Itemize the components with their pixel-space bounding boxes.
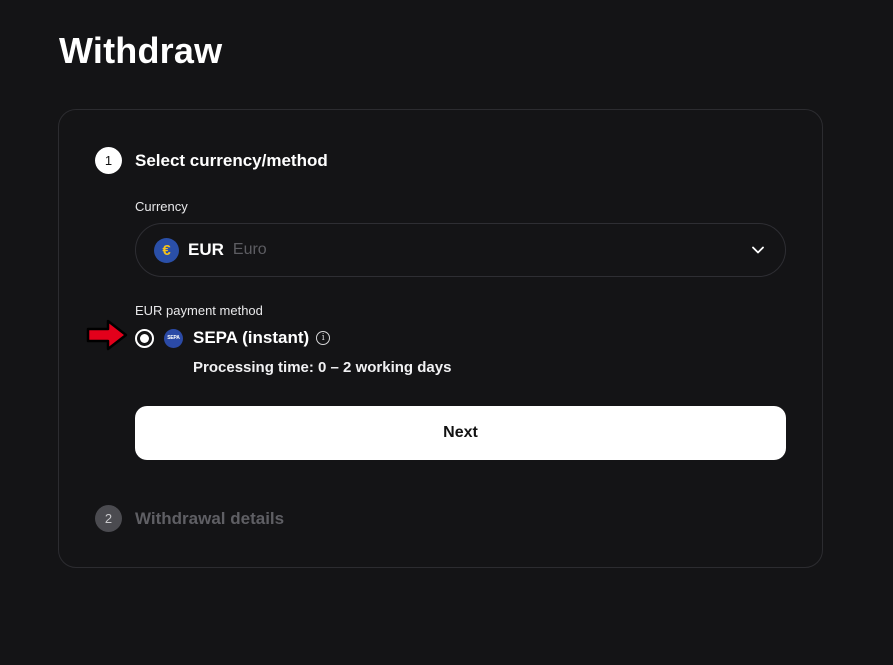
- step-2-number: 2: [95, 505, 122, 532]
- step-1-number: 1: [95, 147, 122, 174]
- currency-name: Euro: [232, 241, 267, 258]
- info-icon[interactable]: i: [316, 331, 331, 345]
- chevron-down-icon: [752, 246, 764, 254]
- radio-selected-dot: [140, 333, 149, 343]
- step-1-header: 1 Select currency/method: [95, 147, 328, 174]
- step-2-header: 2 Withdrawal details: [95, 505, 284, 532]
- sepa-radio[interactable]: [135, 328, 154, 348]
- withdraw-card: 1 Select currency/method Currency € EUR …: [58, 109, 823, 568]
- euro-icon: €: [154, 237, 179, 263]
- step-1-title: Select currency/method: [135, 150, 328, 170]
- payment-method-option[interactable]: SEPA SEPA (instant) i: [135, 328, 331, 348]
- next-button[interactable]: Next: [135, 406, 786, 460]
- step-2-title: Withdrawal details: [135, 508, 285, 528]
- processing-time: Processing time: 0 – 2 working days: [193, 359, 452, 376]
- red-arrow-icon: [86, 319, 128, 351]
- page-title: Withdraw: [59, 30, 223, 71]
- currency-select[interactable]: € EUR Euro: [135, 223, 786, 277]
- payment-method-label: EUR payment method: [135, 303, 263, 318]
- currency-label: Currency: [135, 199, 188, 214]
- sepa-icon: SEPA: [164, 328, 183, 348]
- payment-method-name: SEPA (instant): [193, 328, 310, 347]
- currency-code: EUR: [188, 240, 224, 259]
